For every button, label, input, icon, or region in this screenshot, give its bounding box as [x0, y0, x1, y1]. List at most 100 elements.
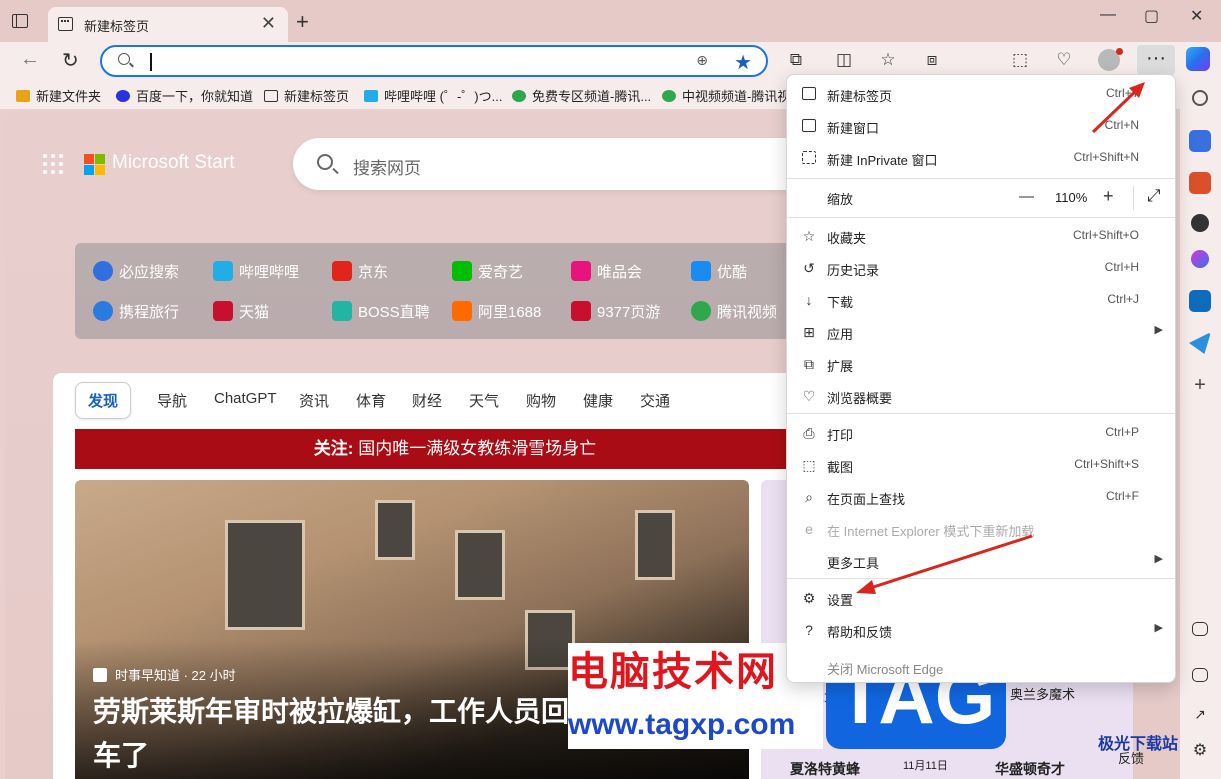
quick-link[interactable]: BOSS直聘 [332, 301, 430, 322]
tab-close-icon[interactable]: ✕ [261, 13, 276, 34]
tab-sports[interactable]: 体育 [356, 390, 386, 411]
quick-link[interactable]: 京东 [332, 261, 388, 282]
bookmark-item[interactable]: 百度一下，你就知道 [116, 86, 253, 105]
zoom-value: 110% [1055, 190, 1088, 205]
annotation-arrow [1091, 82, 1145, 134]
tab-health[interactable]: 健康 [583, 390, 613, 411]
annotation-arrow-line [863, 534, 1033, 592]
search-icon[interactable] [1192, 90, 1208, 106]
bookmark-item[interactable]: 新建文件夹 [16, 86, 101, 105]
menu-item-apps[interactable]: ⊞ 应用 ▶ [787, 317, 1175, 347]
microsoft365-icon[interactable] [1191, 250, 1209, 268]
fullscreen-button[interactable]: ⤢ [1147, 186, 1161, 206]
extensions-icon: ⧉ [804, 356, 814, 372]
apps-grid-icon[interactable] [43, 154, 63, 174]
quick-link[interactable]: 优酷 [691, 261, 747, 282]
favorites-icon[interactable]: ☆ [878, 50, 898, 70]
more-icon[interactable]: ··· [1137, 45, 1175, 75]
quick-link[interactable]: 必应搜索 [93, 261, 179, 282]
favorite-star-icon[interactable]: ★ [734, 50, 752, 75]
title-bar: 新建标签页 ✕ + — ▢ ✕ [0, 0, 1221, 42]
outlook-icon[interactable] [1189, 290, 1211, 312]
profile-icon[interactable] [1098, 48, 1123, 71]
open-external-icon[interactable]: ↗ [1189, 706, 1211, 728]
tab-traffic[interactable]: 交通 [640, 390, 670, 411]
menu-item-downloads[interactable]: ↓ 下载 Ctrl+J [787, 285, 1175, 315]
tab-chatgpt[interactable]: ChatGPT [214, 390, 277, 407]
settings-icon[interactable]: ⚙ [1189, 740, 1211, 762]
quick-link[interactable]: 爱奇艺 [452, 261, 523, 282]
help-icon: ? [805, 622, 813, 638]
menu-item-extensions[interactable]: ⧉ 扩展 [787, 349, 1175, 379]
tools-icon[interactable] [1189, 172, 1211, 194]
menu-item-inprivate[interactable]: 新建 InPrivate 窗口 Ctrl+Shift+N [787, 143, 1175, 173]
new-tab-button[interactable]: + [296, 11, 309, 33]
quick-link[interactable]: 天猫 [213, 301, 269, 322]
copilot-icon[interactable] [1186, 47, 1210, 71]
photo-detail [225, 520, 305, 630]
quick-link[interactable]: 携程旅行 [93, 301, 179, 322]
send-icon[interactable] [1189, 332, 1211, 354]
tab-weather[interactable]: 天气 [469, 390, 499, 411]
tab-discover[interactable]: 发现 [75, 382, 132, 419]
tab-finance[interactable]: 财经 [412, 390, 442, 411]
submenu-arrow-icon: ▶ [1154, 324, 1163, 336]
screenshot-icon[interactable] [1192, 622, 1208, 636]
microsoft-logo-icon [84, 154, 106, 176]
extensions-icon[interactable]: ⧉ [786, 50, 806, 70]
zoom-indicator-icon[interactable]: ⊕ [696, 52, 708, 69]
quick-link[interactable]: 哔哩哔哩 [213, 261, 299, 282]
menu-item-find[interactable]: ⌕ 在页面上查找 Ctrl+F [787, 482, 1175, 512]
settings-icon: ⚙ [802, 590, 816, 606]
tencent-video-icon [512, 90, 526, 102]
new-tab-icon [264, 90, 278, 102]
refresh-button[interactable]: ↻ [62, 48, 79, 73]
menu-item-browser-essentials[interactable]: ♡ 浏览器概要 [787, 381, 1175, 411]
apps-icon: ⊞ [803, 324, 815, 340]
split-screen-icon[interactable]: ◫ [834, 50, 854, 70]
collections-icon[interactable]: ⧈ [922, 50, 942, 70]
ie-mode-icon: e [805, 521, 813, 537]
menu-item-favorites[interactable]: ☆ 收藏夹 Ctrl+Shift+O [787, 221, 1175, 251]
bookmark-item[interactable]: 新建标签页 [264, 86, 349, 105]
screenshot-icon[interactable]: ⬚ [1010, 50, 1030, 70]
tab-actions-icon[interactable] [12, 14, 28, 28]
jd-icon [332, 261, 352, 281]
quick-link[interactable]: 腾讯视频 [691, 301, 777, 322]
download-icon: ↓ [805, 292, 813, 308]
team-label: 奥兰多魔术 [1010, 687, 1076, 702]
shopping-icon[interactable] [1189, 130, 1211, 152]
tab-news[interactable]: 资讯 [299, 390, 329, 411]
boss-icon [332, 301, 352, 321]
new-tab-favicon-icon [58, 17, 73, 31]
watermark-title: 电脑技术网 [568, 643, 823, 705]
menu-item-help[interactable]: ? 帮助和反馈 ▶ [787, 615, 1175, 645]
back-button[interactable]: ← [20, 48, 40, 71]
news-banner[interactable]: 关注: 国内唯一满级女教练滑雪场身亡 [75, 429, 835, 469]
menu-item-history[interactable]: ↺ 历史记录 Ctrl+H [787, 253, 1175, 283]
tab-nav[interactable]: 导航 [157, 390, 187, 411]
web-search-box[interactable]: 搜索网页 [293, 138, 813, 190]
quick-link[interactable]: 9377页游 [571, 301, 660, 322]
quick-link[interactable]: 唯品会 [571, 261, 642, 282]
tab-new-tab[interactable]: 新建标签页 ✕ [48, 7, 288, 42]
menu-item-close-edge[interactable]: 关闭 Microsoft Edge [787, 652, 1175, 682]
zoom-in-button[interactable]: + [1103, 186, 1114, 207]
minimize-button[interactable]: — [1100, 6, 1116, 24]
close-window-button[interactable]: ✕ [1190, 6, 1203, 26]
add-icon[interactable]: + [1189, 374, 1211, 396]
bookmark-item[interactable]: 中视频频道-腾讯视... [662, 86, 801, 105]
maximize-button[interactable]: ▢ [1144, 6, 1159, 26]
browser-essentials-icon[interactable]: ♡ [1054, 50, 1074, 70]
tab-shopping[interactable]: 购物 [526, 390, 556, 411]
quick-link[interactable]: 阿里1688 [452, 301, 541, 322]
games-icon[interactable] [1191, 214, 1209, 232]
sidebar-toggle-icon[interactable] [1192, 668, 1208, 682]
bilibili-icon [364, 90, 378, 102]
zoom-out-button[interactable]: — [1019, 188, 1034, 205]
bookmark-item[interactable]: 哔哩哔哩 (゜-゜)つ... [364, 86, 502, 105]
menu-item-print[interactable]: ⎙ 打印 Ctrl+P [787, 418, 1175, 448]
bookmark-item[interactable]: 免费专区频道-腾讯... [512, 86, 651, 105]
menu-item-screenshot[interactable]: ⬚ 截图 Ctrl+Shift+S [787, 450, 1175, 480]
address-bar[interactable]: ⊕ ★ [100, 45, 768, 77]
